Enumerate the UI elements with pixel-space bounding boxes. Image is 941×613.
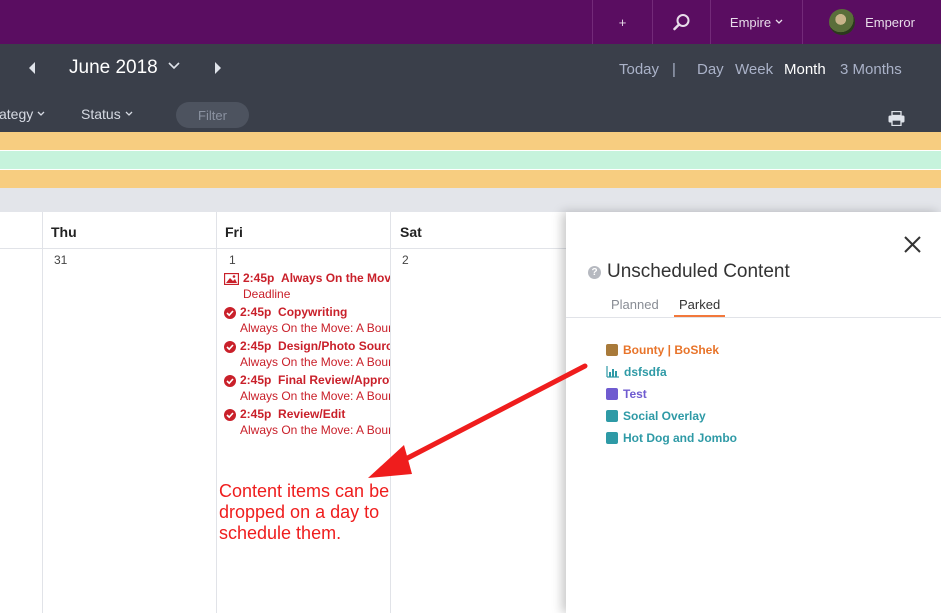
app-root: + Empire Emperor June 2018 Today | Day W… <box>0 0 941 613</box>
annotation-arrow <box>368 363 588 478</box>
